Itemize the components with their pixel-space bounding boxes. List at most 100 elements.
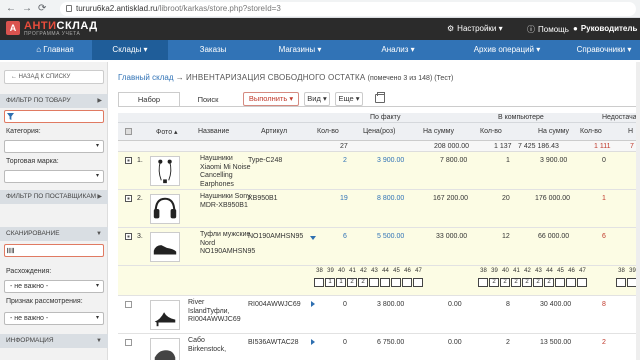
- col-name[interactable]: Название: [198, 128, 229, 135]
- comp-size-label: 44: [546, 268, 553, 274]
- total-short-qty: 1 111: [594, 143, 611, 150]
- brand-select[interactable]: ▾: [4, 170, 104, 183]
- settings-menu[interactable]: ⚙ Настройки ▾: [447, 24, 503, 33]
- fact-qty[interactable]: 0: [343, 301, 347, 308]
- discrepancy-select[interactable]: - не важно - ▾: [4, 280, 104, 293]
- col-short-sum[interactable]: Н: [628, 128, 633, 135]
- back-arrow-icon[interactable]: ←: [6, 3, 16, 15]
- comp-size-input[interactable]: 2: [544, 278, 554, 287]
- fact-size-input[interactable]: [369, 278, 379, 287]
- fact-size-input[interactable]: 1: [336, 278, 346, 287]
- nav-orders[interactable]: Заказы: [188, 40, 238, 60]
- product-filter-input[interactable]: [4, 110, 104, 123]
- comp-size-input[interactable]: [577, 278, 587, 287]
- comp-size-input[interactable]: 2: [522, 278, 532, 287]
- tab-search[interactable]: Поиск: [182, 92, 234, 107]
- expand-sizes-icon[interactable]: [311, 301, 315, 307]
- comp-size-input[interactable]: 2: [511, 278, 521, 287]
- help-link[interactable]: ⓘ Помощь: [527, 24, 569, 35]
- nav-warehouses[interactable]: Склады ▾: [92, 40, 168, 60]
- view-button[interactable]: Вид ▾: [304, 92, 330, 106]
- tab-set[interactable]: Набор: [118, 92, 180, 107]
- col-comp-qty[interactable]: Кол-во: [480, 128, 502, 135]
- table-row[interactable]: 2. Наушники Sony MDR-XB950B1 XB950B1 19 …: [118, 190, 640, 228]
- col-short-qty[interactable]: Кол-во: [580, 128, 602, 135]
- info-header[interactable]: ИНФОРМАЦИЯ ▼: [0, 334, 108, 348]
- col-comp-sum[interactable]: На сумму: [538, 128, 569, 135]
- expand-sizes-icon[interactable]: [310, 236, 316, 240]
- vertical-scrollbar[interactable]: [636, 62, 640, 360]
- comp-size-input[interactable]: [478, 278, 488, 287]
- review-label: Признак рассмотрения:: [6, 298, 83, 305]
- comp-size-input[interactable]: 2: [500, 278, 510, 287]
- scan-header[interactable]: СКАНИРОВАНИЕ ▼: [0, 227, 108, 241]
- forward-arrow-icon[interactable]: →: [22, 3, 32, 15]
- col-price[interactable]: Цена(роз): [363, 128, 395, 135]
- comp-size-input[interactable]: [566, 278, 576, 287]
- back-to-list-button[interactable]: ← НАЗАД К СПИСКУ: [4, 70, 104, 84]
- product-photo[interactable]: [150, 232, 180, 262]
- scan-input[interactable]: [4, 244, 104, 257]
- fact-qty[interactable]: 19: [340, 195, 348, 202]
- more-button[interactable]: Еще ▾: [335, 92, 363, 106]
- expand-sizes-icon[interactable]: [311, 339, 315, 345]
- nav-directories[interactable]: Справочники ▾: [570, 40, 638, 60]
- row-checkbox[interactable]: [125, 339, 132, 346]
- table-row[interactable]: River IslandТуфли, RI004AWWJC69 RI004AWW…: [118, 296, 640, 334]
- nav-archive[interactable]: Архив операций ▾: [462, 40, 552, 60]
- table-row[interactable]: 3. Туфли мужские Nord NO190AMHSN95 NO190…: [118, 228, 640, 266]
- fact-size-input[interactable]: [314, 278, 324, 287]
- row-checkbox[interactable]: [125, 301, 132, 308]
- product-photo[interactable]: [150, 194, 180, 224]
- execute-button[interactable]: Выполнить ▾: [243, 92, 299, 106]
- table-row[interactable]: 1. Наушники Xiaomi Mi Noise Cancelling E…: [118, 152, 640, 190]
- fact-size-input[interactable]: 1: [325, 278, 335, 287]
- fact-size-input[interactable]: 2: [347, 278, 357, 287]
- reload-icon[interactable]: ⟳: [38, 3, 46, 15]
- fact-sum: 0.00: [448, 339, 462, 346]
- fact-size-input[interactable]: 2: [358, 278, 368, 287]
- product-name-line: Туфли мужские: [200, 231, 251, 238]
- row-checkbox[interactable]: [125, 195, 132, 202]
- address-bar[interactable]: tururu6ka2.antisklad.ru/libroot/karkas/s…: [60, 2, 636, 16]
- fact-size-input[interactable]: [402, 278, 412, 287]
- comp-size-input[interactable]: 2: [533, 278, 543, 287]
- price: 3 900.00: [377, 157, 405, 164]
- category-select[interactable]: ▾: [4, 140, 104, 153]
- product-photo[interactable]: [150, 156, 180, 186]
- nav-analysis[interactable]: Анализ ▾: [372, 40, 424, 60]
- filter-product-header[interactable]: ФИЛЬТР ПО ТОВАРУ ▶: [0, 94, 108, 108]
- col-fact-sum[interactable]: На сумму: [423, 128, 454, 135]
- logo-subtitle: ПРОГРАММА УЧЕТА: [24, 31, 81, 37]
- comp-size-input[interactable]: [555, 278, 565, 287]
- row-checkbox[interactable]: [125, 233, 132, 240]
- short-size-input[interactable]: [616, 278, 626, 287]
- row-checkbox[interactable]: [125, 157, 132, 164]
- col-photo[interactable]: Фото ▴: [156, 128, 178, 136]
- breadcrumb-warehouse-link[interactable]: Главный склад: [118, 73, 173, 82]
- fact-size-input[interactable]: [413, 278, 423, 287]
- collapse-icon: ▶: [97, 98, 102, 104]
- nav-shops[interactable]: Магазины ▾: [270, 40, 330, 60]
- fact-size-input[interactable]: [380, 278, 390, 287]
- review-select[interactable]: - не важно - ▾: [4, 312, 104, 325]
- filter-supplier-header[interactable]: ФИЛЬТР ПО ПОСТАВЩИКАМ ▶: [0, 190, 108, 204]
- comp-size-input[interactable]: 2: [489, 278, 499, 287]
- product-photo[interactable]: [150, 338, 180, 360]
- col-fact-qty[interactable]: Кол-во: [317, 128, 339, 135]
- select-all-checkbox[interactable]: [125, 128, 132, 135]
- row-number: 1.: [137, 157, 143, 164]
- user-menu[interactable]: ● Руководитель: [573, 24, 637, 33]
- fact-qty[interactable]: 0: [343, 339, 347, 346]
- nav-shops-label: Магазины: [278, 45, 316, 54]
- fact-qty[interactable]: 6: [343, 233, 347, 240]
- logo[interactable]: А АНТИСКЛАД ПРОГРАММА УЧЕТА: [6, 20, 122, 37]
- product-photo[interactable]: [150, 300, 180, 330]
- table-row[interactable]: Сабо Birkenstock, BI536AWTAC28 0 6 750.0…: [118, 334, 640, 360]
- fact-size-input[interactable]: [391, 278, 401, 287]
- col-sku[interactable]: Артикул: [261, 128, 287, 135]
- product-name-line: Xiaomi Mi Noise: [200, 163, 251, 171]
- nav-home[interactable]: ⌂ Главная: [30, 40, 80, 60]
- print-icon[interactable]: [375, 92, 385, 103]
- fact-qty[interactable]: 2: [343, 157, 347, 164]
